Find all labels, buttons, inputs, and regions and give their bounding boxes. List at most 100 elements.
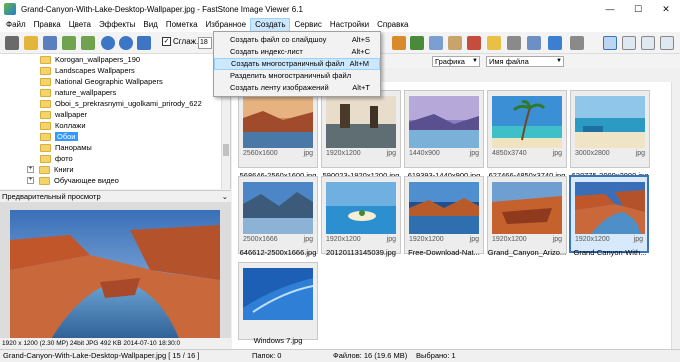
crop-icon[interactable] bbox=[448, 36, 462, 50]
resize-icon[interactable] bbox=[429, 36, 443, 50]
tree-item-label: National Geographic Wallpapers bbox=[55, 77, 163, 86]
thumbnail-dimensions: 1920x1200 bbox=[409, 236, 444, 243]
menu-edit[interactable]: Правка bbox=[30, 18, 65, 32]
folder-icon bbox=[39, 165, 50, 174]
layout-3-icon[interactable] bbox=[641, 36, 655, 50]
filter-select[interactable]: Графика ▼ bbox=[432, 56, 480, 67]
menu-tag[interactable]: Пометка bbox=[162, 18, 202, 32]
folder-tree: Korogan_wallpapers_190 Landscapes Wallpa… bbox=[0, 54, 231, 189]
scroll-thumb[interactable] bbox=[223, 144, 229, 156]
zoom-in-icon[interactable] bbox=[101, 36, 115, 50]
smooth-option[interactable]: ✓ Сглаж. bbox=[162, 37, 198, 46]
fullscreen-icon[interactable] bbox=[81, 36, 95, 50]
create-contact-sheet-item[interactable]: Создать индекс-лист Alt+C bbox=[214, 46, 380, 58]
tree-item-label: Korogan_wallpapers_190 bbox=[55, 55, 141, 64]
menu-help[interactable]: Справка bbox=[373, 18, 412, 32]
minimize-button[interactable]: — bbox=[596, 0, 624, 18]
open-folder-icon[interactable] bbox=[24, 36, 38, 50]
zoom-input[interactable]: 18 bbox=[198, 37, 212, 49]
thumbnail-card[interactable]: 2500x1666 jpg bbox=[238, 176, 318, 254]
tree-item[interactable]: + Обучающее видео bbox=[27, 175, 119, 186]
fit-window-icon[interactable] bbox=[137, 36, 151, 50]
menu-view[interactable]: Вид bbox=[139, 18, 161, 32]
thumbnail-name[interactable]: 646612-2500x1666.jpg bbox=[238, 248, 318, 257]
thumbnail-card[interactable]: 1920x1200 jpg bbox=[321, 90, 401, 168]
tree-item-label: Обучающее видео bbox=[54, 176, 119, 185]
tree-item[interactable]: + Книги bbox=[27, 164, 74, 175]
thumbnail-extension: jpg bbox=[635, 150, 645, 157]
layout-1-icon[interactable] bbox=[603, 36, 617, 50]
create-strip-label: Создать ленту изображений bbox=[230, 83, 329, 92]
thumbnail-card[interactable] bbox=[238, 262, 318, 340]
maximize-button[interactable]: ☐ bbox=[624, 0, 652, 18]
tree-item-label: Панорамы bbox=[55, 143, 92, 152]
create-slideshow-item[interactable]: Создать файл со слайдшоу Alt+S bbox=[214, 34, 380, 46]
close-button[interactable]: ✕ bbox=[652, 0, 680, 18]
status-selected: Выбрано: 1 bbox=[416, 351, 456, 360]
tree-item[interactable]: Korogan_wallpapers_190 bbox=[40, 54, 140, 65]
expand-icon[interactable]: + bbox=[27, 177, 34, 184]
split-multipage-item[interactable]: Разделить многостраничный файл bbox=[214, 70, 380, 82]
tree-item[interactable]: Коллажи bbox=[40, 120, 86, 131]
wallpaper-icon[interactable] bbox=[527, 36, 541, 50]
thumbnail-extension: jpg bbox=[469, 150, 479, 157]
menu-favorites[interactable]: Избранное bbox=[202, 18, 251, 32]
layout-2-icon[interactable] bbox=[622, 36, 636, 50]
rotate-right-icon[interactable] bbox=[410, 36, 424, 50]
thumbnail-name[interactable]: Windows 7.jpg bbox=[238, 336, 318, 345]
delete-icon[interactable] bbox=[467, 36, 481, 50]
tree-item[interactable]: wallpaper bbox=[40, 109, 87, 120]
thumbnail-scrollbar[interactable] bbox=[671, 82, 680, 349]
menu-file[interactable]: Файл bbox=[2, 18, 30, 32]
email-icon[interactable] bbox=[487, 36, 501, 50]
menu-create[interactable]: Создать bbox=[250, 18, 291, 32]
thumbnail-card[interactable]: 2560x1600 jpg bbox=[238, 90, 318, 168]
smooth-checkbox[interactable]: ✓ bbox=[162, 37, 171, 46]
thumbnail-dimensions: 2500x1666 bbox=[243, 236, 278, 243]
tree-item[interactable]: National Geographic Wallpapers bbox=[40, 76, 163, 87]
thumbnail-name[interactable]: Free-Download-Nat... bbox=[404, 248, 484, 257]
thumbnail-card[interactable]: 1920x1200 jpg bbox=[321, 176, 401, 254]
preview-title: Предварительный просмотр bbox=[2, 192, 101, 201]
thumbnail-name[interactable]: 20120113145039.jpg bbox=[321, 248, 401, 257]
smooth-label: Сглаж. bbox=[173, 37, 199, 46]
thumbnail-image bbox=[243, 182, 313, 234]
layout-4-icon[interactable] bbox=[660, 36, 674, 50]
menu-settings[interactable]: Настройки bbox=[326, 18, 373, 32]
expand-icon[interactable]: + bbox=[27, 166, 34, 173]
zoom-out-icon[interactable] bbox=[119, 36, 133, 50]
create-slideshow-label: Создать файл со слайдшоу bbox=[230, 35, 327, 44]
tree-item[interactable]: Oboi_s_prekrasnymi_ugolkami_prirody_622 bbox=[40, 98, 202, 109]
thumbnail-name[interactable]: Grand_Canyon_Arizo... bbox=[487, 248, 567, 257]
tree-item[interactable]: фото bbox=[40, 153, 73, 164]
shortcut-label: Alt+S bbox=[351, 35, 370, 44]
tree-item[interactable]: nature_wallpapers bbox=[40, 87, 116, 98]
status-bar: Grand-Canyon-With-Lake-Desktop-Wallpaper… bbox=[0, 349, 680, 362]
tree-item[interactable]: Landscapes Wallpapers bbox=[40, 65, 135, 76]
save-icon[interactable] bbox=[43, 36, 57, 50]
menu-effects[interactable]: Эффекты bbox=[95, 18, 139, 32]
tree-item-selected[interactable]: Обои bbox=[40, 131, 78, 142]
folder-icon bbox=[40, 55, 51, 64]
thumbnail-card[interactable]: 1440x900 jpg bbox=[404, 90, 484, 168]
menu-colors[interactable]: Цвета bbox=[65, 18, 95, 32]
thumbnail-name[interactable]: Grand-Canyon-With... bbox=[570, 248, 650, 257]
rotate-left-icon[interactable] bbox=[392, 36, 406, 50]
thumbnail-card[interactable]: 4850x3740 jpg bbox=[487, 90, 567, 168]
shortcut-label: Alt+C bbox=[351, 47, 370, 56]
camera-icon[interactable] bbox=[5, 36, 19, 50]
sort-select[interactable]: Имя файла ▼ bbox=[486, 56, 564, 67]
thumbnail-card[interactable]: 1920x1200 jpg bbox=[487, 176, 567, 254]
thumbnail-card-selected[interactable]: 1920x1200 jpg bbox=[569, 175, 649, 253]
print-icon[interactable] bbox=[507, 36, 521, 50]
thumbnail-card[interactable]: 1920x1200 jpg bbox=[404, 176, 484, 254]
create-strip-item[interactable]: Создать ленту изображений Alt+T bbox=[214, 82, 380, 94]
create-multipage-item[interactable]: Создать многостраничный файл Alt+M bbox=[214, 58, 380, 70]
menu-tools[interactable]: Сервис bbox=[290, 18, 325, 32]
thumbnail-card[interactable]: 3000x2800 jpg bbox=[570, 90, 650, 168]
settings-icon[interactable] bbox=[570, 36, 584, 50]
tree-item[interactable]: Панорамы bbox=[40, 142, 92, 153]
thumbnail-image bbox=[243, 96, 313, 148]
info-icon[interactable] bbox=[548, 36, 562, 50]
slideshow-icon[interactable] bbox=[62, 36, 76, 50]
